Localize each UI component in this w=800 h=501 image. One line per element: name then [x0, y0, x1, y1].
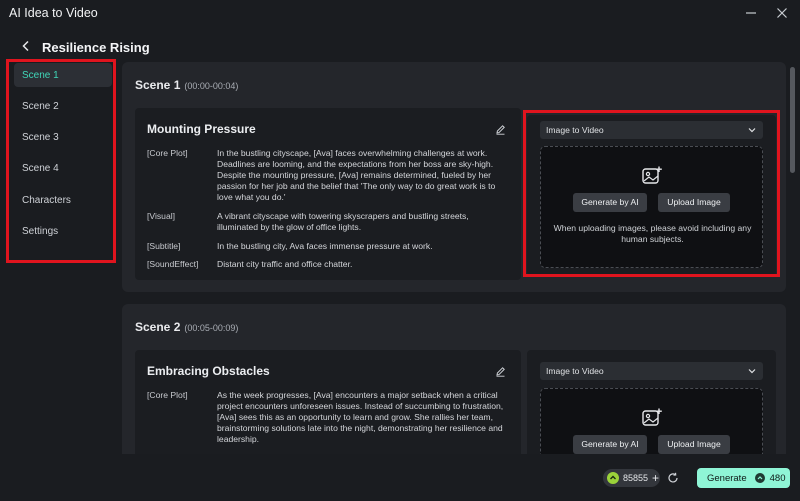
sidebar-item-label: Characters [22, 195, 71, 206]
plus-icon: + [652, 471, 660, 485]
scene-label: Scene 2 [135, 320, 181, 334]
edit-button[interactable] [493, 122, 507, 136]
sidebar-item-label: Scene 1 [22, 70, 59, 81]
upload-image-button[interactable]: Upload Image [658, 193, 730, 212]
scene-script-panel: Mounting Pressure [Core Plot] In the bus… [135, 108, 521, 280]
scene-heading: Scene 1 (00:00-00:04) [135, 78, 238, 92]
sidebar-item-label: Scene 4 [22, 163, 59, 174]
scene-list: Scene 1 (00:00-00:04) Mounting Pressure [… [122, 60, 786, 454]
title-bar: AI Idea to Video [0, 0, 800, 26]
image-dropzone[interactable]: Generate by AI Upload Image [540, 388, 763, 454]
field-subtitle: [Subtitle] In the bustling city, Ava fac… [147, 241, 507, 253]
scene-heading: Scene 2 (00:05-00:09) [135, 320, 238, 334]
generate-button[interactable]: Generate 480 [697, 468, 790, 488]
sidebar-item-label: Settings [22, 226, 59, 237]
credits-badge[interactable]: 85855 + [603, 469, 660, 487]
scene-title: Mounting Pressure [147, 122, 256, 136]
field-value: A vibrant cityscape with towering skyscr… [217, 211, 469, 232]
close-button[interactable] [771, 4, 793, 22]
scene-media-panel: Image to Video Generate by AI Upload Ima… [527, 350, 776, 454]
refresh-icon[interactable] [667, 472, 679, 484]
field-label: [Core Plot] [147, 148, 188, 158]
video-mode-select[interactable]: Image to Video [540, 362, 763, 380]
pencil-icon [495, 124, 505, 135]
generate-by-ai-button[interactable]: Generate by AI [573, 435, 647, 454]
image-dropzone[interactable]: Generate by AI Upload Image When uploadi… [540, 146, 763, 268]
field-label: [Visual] [147, 211, 176, 221]
add-image-icon [642, 166, 662, 184]
footer-bar [0, 454, 800, 501]
field-visual: [Visual] A vibrant cityscape with toweri… [147, 211, 507, 235]
add-image-icon [642, 408, 662, 426]
field-core-plot: [Core Plot] As the week progresses, [Ava… [147, 390, 507, 446]
generate-label: Generate [707, 472, 747, 484]
sidebar-item-scene-4[interactable]: Scene 4 [14, 156, 112, 180]
sidebar-item-scene-1[interactable]: Scene 1 [14, 63, 112, 87]
scene-media-panel: Image to Video Generate by AI Upload Ima… [527, 115, 776, 276]
chevron-down-icon [748, 128, 756, 133]
chevron-left-icon [22, 40, 29, 52]
pencil-icon [495, 366, 505, 377]
coin-icon [607, 472, 619, 484]
field-core-plot: [Core Plot] In the bustling cityscape, [… [147, 148, 507, 204]
upload-hint: When uploading images, please avoid incl… [553, 223, 752, 244]
select-value: Image to Video [546, 125, 604, 135]
generate-by-ai-button[interactable]: Generate by AI [573, 193, 647, 212]
scene-label: Scene 1 [135, 78, 181, 92]
sidebar-item-label: Scene 3 [22, 132, 59, 143]
select-value: Image to Video [546, 366, 604, 376]
scene-sidebar: Scene 1 Scene 2 Scene 3 Scene 4 Characte… [8, 60, 116, 262]
credits-count: 85855 [623, 473, 649, 483]
back-button[interactable] [17, 37, 35, 55]
scene-title: Embracing Obstacles [147, 364, 270, 378]
chevron-down-icon [748, 369, 756, 374]
field-label: [Core Plot] [147, 390, 188, 400]
field-label: [SoundEffect] [147, 259, 199, 269]
sidebar-item-settings[interactable]: Settings [14, 219, 112, 243]
field-sound-effect: [SoundEffect] Distant city traffic and o… [147, 259, 507, 271]
sidebar-item-scene-3[interactable]: Scene 3 [14, 125, 112, 149]
scene-script-panel: Embracing Obstacles [Core Plot] As the w… [135, 350, 521, 454]
page-title: Resilience Rising [42, 40, 150, 55]
field-value: In the bustling cityscape, [Ava] faces o… [217, 148, 496, 202]
page-header: Resilience Rising [0, 34, 800, 60]
video-mode-select[interactable]: Image to Video [540, 121, 763, 139]
edit-button[interactable] [493, 364, 507, 378]
sidebar-item-characters[interactable]: Characters [14, 188, 112, 212]
sidebar-item-label: Scene 2 [22, 101, 59, 112]
scene-time: (00:00-00:04) [184, 81, 239, 91]
minimize-icon [746, 12, 756, 14]
field-value: As the week progresses, [Ava] encounters… [217, 390, 504, 444]
scrollbar-thumb[interactable] [790, 67, 795, 173]
scene-card-2: Scene 2 (00:05-00:09) Embracing Obstacles… [122, 304, 786, 454]
scene-time: (00:05-00:09) [184, 323, 239, 333]
coin-icon [754, 473, 765, 483]
field-label: [Subtitle] [147, 241, 181, 251]
upload-image-button[interactable]: Upload Image [658, 435, 730, 454]
close-icon [777, 8, 787, 18]
field-value: In the bustling city, Ava faces immense … [217, 241, 433, 251]
field-value: Distant city traffic and office chatter. [217, 259, 353, 269]
scene-card-1: Scene 1 (00:00-00:04) Mounting Pressure [… [122, 62, 786, 292]
minimize-button[interactable] [740, 4, 762, 22]
sidebar-item-scene-2[interactable]: Scene 2 [14, 94, 112, 118]
generate-cost: 480 [769, 472, 786, 484]
app-title: AI Idea to Video [9, 6, 98, 20]
